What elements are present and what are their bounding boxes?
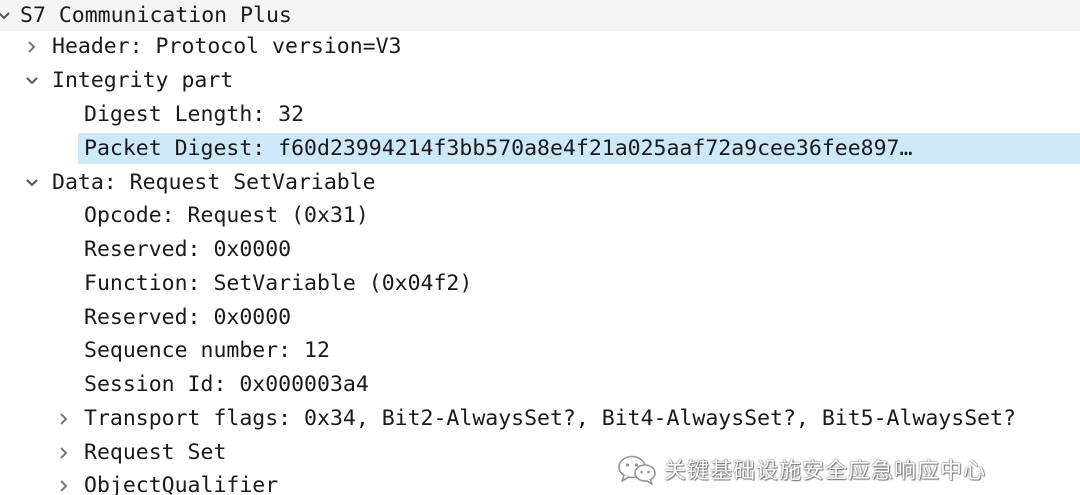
tree-label-header: Header: Protocol version=V3	[52, 34, 402, 59]
tree-label-function: Function: SetVariable (0x04f2)	[84, 271, 473, 296]
packet-details-tree: S7 Communication Plus Header: Protocol v…	[0, 0, 1080, 495]
tree-label-packet-digest: Packet Digest: f60d23994214f3bb570a8e4f2…	[84, 136, 913, 161]
watermark-text: 关键基础设施安全应急响应中心	[664, 459, 987, 484]
chevron-down-icon[interactable]	[22, 65, 42, 96]
tree-label-digest-length: Digest Length: 32	[84, 102, 305, 127]
tree-label-sequence-number: Sequence number: 12	[84, 338, 330, 363]
tree-row-s7-communication-plus[interactable]: S7 Communication Plus	[0, 0, 1080, 31]
chevron-right-icon[interactable]	[54, 470, 74, 495]
tree-label-opcode: Opcode: Request (0x31)	[84, 203, 369, 228]
tree-row-packet-digest[interactable]: Packet Digest: f60d23994214f3bb570a8e4f2…	[0, 133, 1080, 164]
tree-row-opcode[interactable]: Opcode: Request (0x31)	[0, 200, 1080, 231]
tree-row-data[interactable]: Data: Request SetVariable	[0, 167, 1080, 198]
chevron-down-icon[interactable]	[22, 167, 42, 198]
chevron-right-icon[interactable]	[22, 31, 42, 62]
tree-row-function[interactable]: Function: SetVariable (0x04f2)	[0, 268, 1080, 299]
tree-label-transport-flags: Transport flags: 0x34, Bit2-AlwaysSet?, …	[84, 406, 1016, 431]
tree-row-reserved-2[interactable]: Reserved: 0x0000	[0, 302, 1080, 333]
tree-label-integrity: Integrity part	[52, 68, 234, 93]
chevron-right-icon[interactable]	[54, 437, 74, 468]
tree-label-root: S7 Communication Plus	[20, 3, 292, 28]
tree-label-reserved-2: Reserved: 0x0000	[84, 305, 292, 330]
tree-row-transport-flags[interactable]: Transport flags: 0x34, Bit2-AlwaysSet?, …	[0, 403, 1080, 434]
chevron-right-icon[interactable]	[54, 403, 74, 434]
tree-row-header[interactable]: Header: Protocol version=V3	[0, 31, 1080, 62]
tree-label-session-id: Session Id: 0x000003a4	[84, 372, 369, 397]
tree-row-integrity-part[interactable]: Integrity part	[0, 65, 1080, 96]
chevron-down-icon[interactable]	[0, 0, 14, 31]
tree-row-reserved-1[interactable]: Reserved: 0x0000	[0, 234, 1080, 265]
tree-label-request-set: Request Set	[84, 440, 227, 465]
wechat-watermark: 关键基础设施安全应急响应中心	[616, 452, 986, 486]
tree-row-session-id[interactable]: Session Id: 0x000003a4	[0, 369, 1080, 400]
tree-label-reserved-1: Reserved: 0x0000	[84, 237, 292, 262]
tree-row-digest-length[interactable]: Digest Length: 32	[0, 99, 1080, 130]
wechat-icon	[618, 455, 656, 485]
tree-label-data: Data: Request SetVariable	[52, 170, 376, 195]
tree-row-sequence-number[interactable]: Sequence number: 12	[0, 335, 1080, 366]
tree-label-object-qualifier: ObjectQualifier	[84, 473, 279, 495]
